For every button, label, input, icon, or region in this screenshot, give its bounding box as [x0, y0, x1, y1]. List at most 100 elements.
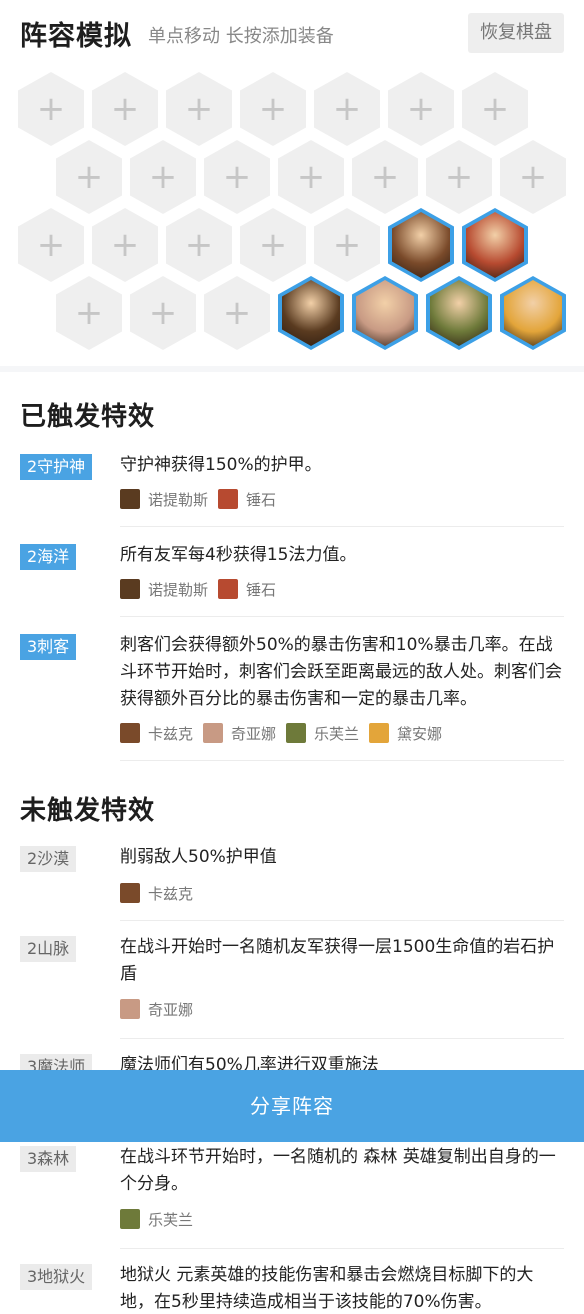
- champion-name: 奇亚娜: [231, 724, 277, 743]
- board-hex-empty[interactable]: +: [240, 208, 306, 282]
- champion-chip[interactable]: 黛安娜: [369, 723, 442, 744]
- champion-name: 乐芙兰: [148, 1210, 194, 1229]
- board-hex-champion[interactable]: [500, 276, 566, 350]
- board-hex-empty[interactable]: +: [92, 208, 158, 282]
- page-title: 阵容模拟: [20, 21, 132, 52]
- board-hex-champion[interactable]: [426, 276, 492, 350]
- board-hex-empty[interactable]: +: [56, 140, 122, 214]
- trait-description: 削弱敌人50%护甲值: [120, 847, 277, 867]
- board-hex-empty[interactable]: +: [166, 208, 232, 282]
- plus-icon: +: [518, 157, 548, 197]
- plus-icon: +: [184, 89, 214, 129]
- champion-icon: [120, 883, 140, 903]
- board-hex-empty[interactable]: +: [56, 276, 122, 350]
- champion-icon: [120, 579, 140, 599]
- plus-icon: +: [444, 157, 474, 197]
- plus-icon: +: [36, 89, 66, 129]
- board-hex-empty[interactable]: +: [18, 72, 84, 146]
- champion-name: 诺提勒斯: [148, 490, 209, 509]
- board-hex-champion[interactable]: [352, 276, 418, 350]
- champion-name: 奇亚娜: [148, 1000, 194, 1019]
- plus-icon: +: [222, 157, 252, 197]
- board-hex-empty[interactable]: +: [240, 72, 306, 146]
- trait-description: 刺客们会获得额外50%的暴击伤害和10%暴击几率。在战斗环节开始时，刺客们会跃至…: [120, 635, 562, 709]
- champion-icon: [120, 999, 140, 1019]
- row-divider: [120, 760, 564, 761]
- triggered-title: 已触发特效: [20, 402, 156, 432]
- plus-icon: +: [258, 225, 288, 265]
- trait-description: 在战斗开始时一名随机友军获得一层1500生命值的岩石护盾: [120, 937, 555, 984]
- champion-portrait: [504, 280, 562, 346]
- champion-chip[interactable]: 奇亚娜: [120, 999, 193, 1020]
- plus-icon: +: [110, 89, 140, 129]
- champion-name: 卡兹克: [148, 724, 194, 743]
- board-hex-empty[interactable]: +: [314, 208, 380, 282]
- champion-chip[interactable]: 乐芙兰: [286, 723, 359, 744]
- champion-name: 锤石: [246, 490, 277, 509]
- champion-chip[interactable]: 卡兹克: [120, 883, 193, 904]
- champion-chip[interactable]: 乐芙兰: [120, 1209, 193, 1230]
- board-hex-empty[interactable]: +: [500, 140, 566, 214]
- board-hex-empty[interactable]: +: [18, 208, 84, 282]
- board-hex-empty[interactable]: +: [204, 276, 270, 350]
- untriggered-title: 未触发特效: [20, 796, 156, 826]
- board-hex-empty[interactable]: +: [166, 72, 232, 146]
- board-hex-champion[interactable]: [462, 208, 528, 282]
- champion-chip[interactable]: 诺提勒斯: [120, 489, 208, 510]
- row-divider: [120, 1248, 564, 1249]
- plus-icon: +: [148, 293, 178, 333]
- row-divider: [120, 1038, 564, 1039]
- board-hex-empty[interactable]: +: [426, 140, 492, 214]
- chess-board: + + + + + + + + + + + + + + + + + + + + + +: [0, 0, 584, 366]
- board-hex-empty[interactable]: +: [130, 140, 196, 214]
- champion-list: 诺提勒斯 锤石: [120, 578, 286, 600]
- board-hex-champion[interactable]: [278, 276, 344, 350]
- plus-icon: +: [74, 157, 104, 197]
- champion-icon: [120, 723, 140, 743]
- champion-chip[interactable]: 诺提勒斯: [120, 579, 208, 600]
- plus-icon: +: [406, 89, 436, 129]
- champion-portrait: [466, 212, 524, 278]
- plus-icon: +: [74, 293, 104, 333]
- champion-portrait: [282, 280, 340, 346]
- share-lineup-button[interactable]: 分享阵容: [0, 1070, 584, 1142]
- champion-portrait: [356, 280, 414, 346]
- trait-tag: 2守护神: [20, 454, 93, 480]
- plus-icon: +: [332, 225, 362, 265]
- board-hex-empty[interactable]: +: [388, 72, 454, 146]
- champion-name: 黛安娜: [397, 724, 443, 743]
- board-hex-empty[interactable]: +: [92, 72, 158, 146]
- champion-list: 卡兹克 奇亚娜 乐芙兰 黛安娜: [120, 722, 452, 744]
- champion-chip[interactable]: 锤石: [218, 579, 276, 600]
- champion-name: 锤石: [246, 580, 277, 599]
- champion-chip[interactable]: 卡兹克: [120, 723, 193, 744]
- board-hex-empty[interactable]: +: [314, 72, 380, 146]
- plus-icon: +: [296, 157, 326, 197]
- champion-portrait: [430, 280, 488, 346]
- plus-icon: +: [480, 89, 510, 129]
- champion-icon: [203, 723, 224, 743]
- board-hex-empty[interactable]: +: [278, 140, 344, 214]
- plus-icon: +: [258, 89, 288, 129]
- plus-icon: +: [222, 293, 252, 333]
- champion-icon: [218, 489, 239, 509]
- champion-icon: [218, 579, 239, 599]
- reset-board-button[interactable]: 恢复棋盘: [468, 13, 564, 53]
- board-hex-empty[interactable]: +: [204, 140, 270, 214]
- board-hex-empty[interactable]: +: [352, 140, 418, 214]
- champion-chip[interactable]: 锤石: [218, 489, 276, 510]
- board-hex-empty[interactable]: +: [130, 276, 196, 350]
- board-hex-champion[interactable]: [388, 208, 454, 282]
- trait-tag: 2海洋: [20, 544, 77, 570]
- trait-tag: 3地狱火: [20, 1264, 93, 1290]
- champion-name: 诺提勒斯: [148, 580, 209, 599]
- trait-description: 地狱火 元素英雄的技能伤害和暴击会燃烧目标脚下的大地，在5秒里持续造成相当于该技…: [120, 1265, 534, 1312]
- champion-portrait: [392, 212, 450, 278]
- champion-name: 卡兹克: [148, 884, 194, 903]
- plus-icon: +: [148, 157, 178, 197]
- board-hex-empty[interactable]: +: [462, 72, 528, 146]
- champion-name: 乐芙兰: [314, 724, 360, 743]
- champion-chip[interactable]: 奇亚娜: [203, 723, 276, 744]
- row-divider: [120, 616, 564, 617]
- trait-description: 所有友军每4秒获得15法力值。: [120, 545, 357, 565]
